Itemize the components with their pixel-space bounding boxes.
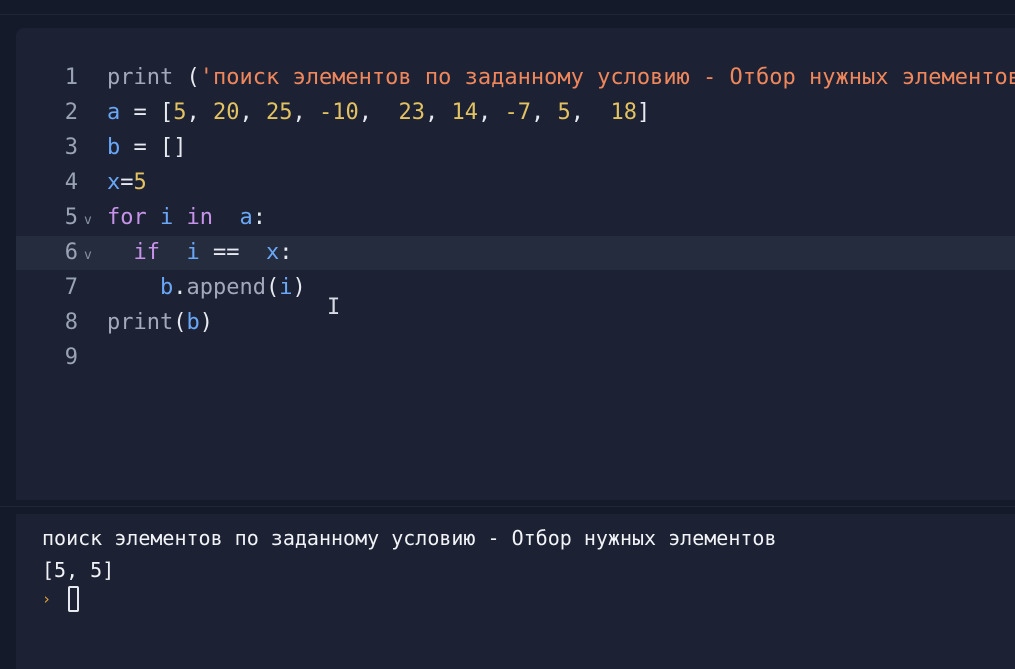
- code-token: (: [265, 275, 280, 300]
- code-token: 5: [133, 170, 147, 195]
- code-token: (: [173, 310, 187, 335]
- code-token: b: [159, 275, 174, 300]
- line-number: 2: [64, 100, 78, 125]
- console-panel[interactable]: поиск элементов по заданному условию - О…: [16, 514, 1015, 669]
- code-token: ]: [636, 100, 651, 125]
- line-number: 7: [64, 275, 78, 300]
- code-text: b = []: [107, 131, 186, 165]
- code-line[interactable]: 4 x=5: [16, 166, 1015, 200]
- code-line[interactable]: 9: [16, 341, 1015, 375]
- code-token: in: [186, 205, 214, 230]
- code-token: 18: [610, 100, 637, 125]
- code-token: ): [199, 310, 213, 335]
- code-token: -7: [504, 100, 531, 125]
- code-token: b: [107, 135, 121, 160]
- code-token: :: [252, 205, 266, 230]
- code-token: ,: [239, 100, 266, 125]
- code-text: x=5: [107, 166, 147, 200]
- code-text: b.append(i): [107, 271, 306, 305]
- code-token: = [: [120, 100, 174, 125]
- backdrop-line: [0, 506, 1015, 507]
- code-text: print(b): [107, 306, 213, 340]
- code-token: print: [107, 65, 174, 90]
- code-line[interactable]: 5 v for i in a:: [16, 201, 1015, 235]
- fold-chevron-icon[interactable]: v: [84, 239, 92, 273]
- code-token: a: [239, 205, 253, 230]
- code-token: =: [120, 170, 134, 195]
- code-token: 14: [451, 100, 478, 125]
- line-number: 4: [64, 170, 78, 195]
- line-number: 5: [64, 205, 78, 230]
- mouse-text-cursor-icon: I: [327, 295, 341, 320]
- code-text: a = [5, 20, 25, -10, 23, 14, -7, 5, 18]: [107, 96, 650, 130]
- code-token: i: [160, 205, 174, 230]
- code-token: print: [107, 310, 174, 335]
- code-line[interactable]: 7 b.append(i): [16, 271, 1015, 305]
- code-token: x: [107, 170, 121, 195]
- code-token: :: [279, 240, 293, 265]
- code-token: -10: [318, 100, 359, 125]
- code-token: for: [107, 205, 147, 230]
- code-text: print ('поиск элементов по заданному усл…: [107, 61, 1015, 95]
- code-token: ,: [358, 100, 399, 125]
- code-line[interactable]: 1 print ('поиск элементов по заданному ус…: [16, 61, 1015, 95]
- code-text: for i in a:: [107, 201, 266, 235]
- code-line[interactable]: 2a = [5, 20, 25, -10, 23, 14, -7, 5, 18]: [16, 96, 1015, 130]
- code-token: = []: [120, 135, 187, 160]
- code-token: i: [186, 240, 200, 265]
- ide-window: 1 print ('поиск элементов по заданному ус…: [0, 0, 1015, 669]
- code-token: ): [292, 275, 306, 300]
- code-line[interactable]: 6v if i == x:: [16, 236, 1015, 270]
- line-number: 9: [64, 345, 78, 370]
- code-token: 23: [398, 100, 425, 125]
- code-token: a: [107, 100, 121, 125]
- code-token: 5: [173, 100, 187, 125]
- console-input-caret[interactable]: [68, 586, 79, 612]
- line-number: 1: [64, 65, 78, 90]
- code-token: b: [186, 310, 200, 335]
- code-token: ,: [477, 100, 505, 125]
- code-token: i: [279, 275, 293, 300]
- code-line[interactable]: 3 b = []: [16, 131, 1015, 165]
- code-token: ,: [292, 100, 319, 125]
- code-token: ==: [199, 240, 266, 265]
- code-token: (: [173, 65, 200, 90]
- console-output-line: [5, 5]: [42, 558, 115, 582]
- code-token: if: [133, 240, 161, 265]
- code-token: 'поиск элементов по заданному условию - …: [199, 65, 1015, 90]
- line-number: 3: [64, 135, 78, 160]
- console-output-line: поиск элементов по заданному условию - О…: [42, 526, 777, 550]
- code-token: ,: [424, 100, 452, 125]
- code-editor[interactable]: 1 print ('поиск элементов по заданному ус…: [16, 28, 1015, 500]
- line-number: 6: [64, 240, 78, 265]
- code-token: ,: [186, 100, 213, 125]
- code-token: x: [265, 240, 280, 265]
- code-text: if i == x:: [107, 236, 293, 270]
- code-token: ,: [530, 100, 558, 125]
- code-token: ,: [570, 100, 611, 125]
- line-number: 8: [64, 310, 78, 335]
- backdrop-line: [0, 14, 1015, 15]
- code-token: 25: [265, 100, 293, 125]
- code-line[interactable]: 8 print(b): [16, 306, 1015, 340]
- prompt-chevron-icon: ›: [42, 590, 52, 608]
- code-token: 5: [557, 100, 571, 125]
- fold-chevron-icon[interactable]: v: [84, 204, 92, 238]
- code-token: 20: [212, 100, 240, 125]
- code-token: .: [173, 275, 187, 300]
- code-token: append: [186, 275, 266, 300]
